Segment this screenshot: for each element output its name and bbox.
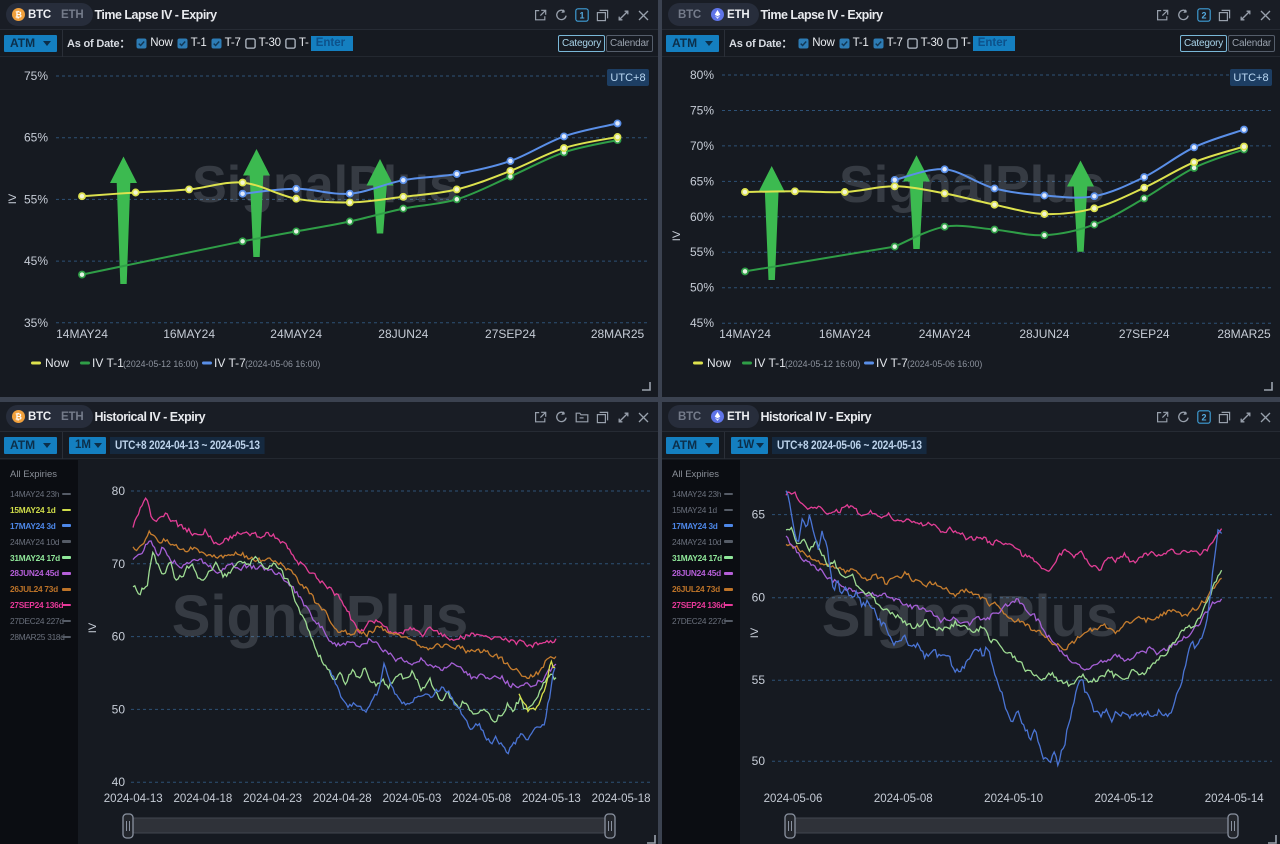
svg-text:16MAY24: 16MAY24	[163, 327, 215, 341]
svg-text:(2024-05-12 16:00): (2024-05-12 16:00)	[123, 359, 198, 369]
svg-text:Now: Now	[45, 356, 69, 370]
svg-text:50%: 50%	[690, 281, 714, 295]
svg-text:35%: 35%	[24, 316, 48, 330]
svg-text:Now: Now	[707, 356, 731, 370]
svg-text:16MAY24: 16MAY24	[819, 327, 871, 341]
svg-text:2: 2	[1201, 412, 1206, 422]
svg-text:2024-04-13: 2024-04-13	[104, 793, 163, 805]
svg-text:IV: IV	[671, 230, 683, 241]
svg-text:2024-05-06: 2024-05-06	[764, 793, 823, 805]
svg-text:65: 65	[752, 508, 766, 522]
svg-text:45%: 45%	[24, 254, 48, 268]
svg-text:IV T-1: IV T-1	[754, 356, 786, 370]
svg-text:14MAY24: 14MAY24	[56, 327, 108, 341]
svg-text:1: 1	[579, 10, 584, 20]
svg-text:2024-05-14: 2024-05-14	[1205, 793, 1264, 805]
svg-text:70%: 70%	[690, 139, 714, 153]
svg-text:UTC+8: UTC+8	[610, 72, 645, 84]
svg-text:27SEP24: 27SEP24	[485, 327, 536, 341]
svg-text:80: 80	[112, 484, 126, 498]
svg-text:40: 40	[112, 775, 126, 789]
svg-text:28JUN24: 28JUN24	[1019, 327, 1069, 341]
svg-text:28MAR25: 28MAR25	[591, 327, 645, 341]
svg-text:2024-05-03: 2024-05-03	[383, 793, 442, 805]
svg-text:2024-04-23: 2024-04-23	[243, 793, 302, 805]
svg-text:50: 50	[112, 702, 126, 716]
svg-text:2: 2	[1201, 10, 1206, 20]
svg-text:60: 60	[112, 630, 126, 644]
svg-text:2024-04-18: 2024-04-18	[173, 793, 232, 805]
svg-text:2024-05-10: 2024-05-10	[984, 793, 1043, 805]
svg-text:(2024-05-06 16:00): (2024-05-06 16:00)	[907, 359, 982, 369]
svg-text:2024-05-18: 2024-05-18	[592, 793, 651, 805]
svg-text:28JUN24: 28JUN24	[378, 327, 428, 341]
svg-text:2024-04-28: 2024-04-28	[313, 793, 372, 805]
svg-text:65%: 65%	[690, 174, 714, 188]
svg-text:55%: 55%	[690, 245, 714, 259]
svg-text:IV: IV	[7, 193, 19, 204]
svg-text:75%: 75%	[690, 104, 714, 118]
svg-text:60: 60	[752, 591, 766, 605]
svg-text:UTC+8: UTC+8	[1233, 72, 1268, 84]
svg-text:(2024-05-06 16:00): (2024-05-06 16:00)	[245, 359, 320, 369]
svg-text:27SEP24: 27SEP24	[1119, 327, 1170, 341]
svg-text:70: 70	[112, 557, 126, 571]
svg-text:55%: 55%	[24, 192, 48, 206]
svg-text:45%: 45%	[690, 316, 714, 330]
svg-text:2024-05-08: 2024-05-08	[874, 793, 933, 805]
svg-text:28MAR25: 28MAR25	[1217, 327, 1271, 341]
svg-text:65%: 65%	[24, 131, 48, 145]
svg-text:80%: 80%	[690, 68, 714, 82]
svg-text:60%: 60%	[690, 210, 714, 224]
svg-text:SignalPlus: SignalPlus	[172, 584, 469, 649]
svg-text:IV T-7: IV T-7	[214, 356, 246, 370]
svg-text:SignalPlus: SignalPlus	[839, 156, 1105, 214]
svg-text:IV: IV	[749, 627, 761, 638]
svg-text:14MAY24: 14MAY24	[719, 327, 771, 341]
svg-text:IV T-7: IV T-7	[876, 356, 908, 370]
svg-text:IV T-1: IV T-1	[92, 356, 124, 370]
svg-text:2024-05-08: 2024-05-08	[452, 793, 511, 805]
svg-text:₿: ₿	[15, 10, 22, 20]
svg-text:2024-05-12: 2024-05-12	[1094, 793, 1153, 805]
svg-text:IV: IV	[87, 622, 99, 633]
svg-text:₿: ₿	[15, 412, 22, 422]
svg-text:55: 55	[752, 673, 766, 687]
svg-text:24MAY24: 24MAY24	[919, 327, 971, 341]
svg-text:75%: 75%	[24, 69, 48, 83]
svg-text:(2024-05-12 16:00): (2024-05-12 16:00)	[785, 359, 860, 369]
svg-text:24MAY24: 24MAY24	[270, 327, 322, 341]
svg-text:50: 50	[752, 754, 766, 768]
svg-text:2024-05-13: 2024-05-13	[522, 793, 581, 805]
